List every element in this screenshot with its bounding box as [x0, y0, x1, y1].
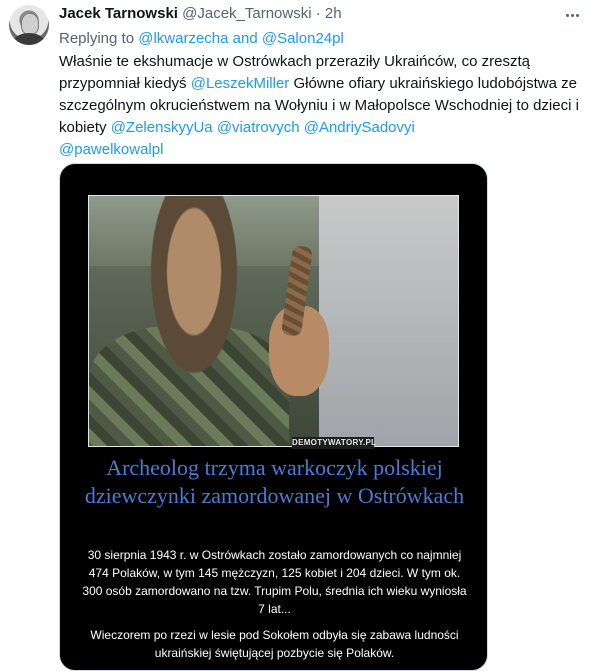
more-horizontal-icon[interactable] — [560, 6, 584, 24]
reply-mention-lkwarzecha[interactable]: @lkwarzecha — [138, 30, 228, 47]
mention-zelenskyyua[interactable]: @ZelenskyyUa — [111, 119, 213, 136]
reply-and[interactable]: and — [228, 30, 261, 47]
image-caption-body: 30 sierpnia 1943 r. w Ostrówkach zostało… — [82, 548, 467, 616]
mention-pawelkowalpl[interactable]: @pawelkowalpl — [59, 141, 163, 158]
photo-archaeologist — [88, 195, 459, 447]
avatar-body — [13, 33, 45, 45]
author-handle[interactable]: @Jacek_Tarnowski — [182, 5, 311, 22]
image-caption-body-2: Wieczorem po rzezi w lesie pod Sokołem o… — [90, 628, 459, 660]
mention-andriysadovyi[interactable]: @AndriySadovyi — [304, 119, 415, 136]
tweet-header: Jacek Tarnowski @Jacek_Tarnowski · 2h — [59, 4, 562, 24]
separator-dot: · — [315, 5, 321, 22]
tweet-text: Właśnie te ekshumacje w Ostrówkach przer… — [59, 51, 589, 161]
image-caption-title: Archeolog trzyma warkoczyk polskiej dzie… — [84, 455, 465, 508]
reply-mention-salon24pl[interactable]: @Salon24pl — [262, 30, 344, 47]
avatar-face — [21, 13, 39, 35]
mention-leszekmiller[interactable]: @LeszekMiller — [191, 75, 290, 92]
replying-to: Replying to @lkwarzecha and @Salon24pl — [59, 29, 344, 49]
author-avatar[interactable] — [9, 5, 49, 45]
author-name[interactable]: Jacek Tarnowski — [59, 5, 178, 22]
replying-prefix: Replying to — [59, 30, 139, 47]
demotywatory-watermark: DEMOTYWATORY.PL — [292, 437, 377, 449]
mention-viatrovych[interactable]: @viatrovych — [217, 119, 300, 136]
tweet-time[interactable]: 2h — [325, 5, 342, 22]
tweet-media-image[interactable]: DEMOTYWATORY.PL Archeolog trzyma warkocz… — [59, 163, 488, 671]
